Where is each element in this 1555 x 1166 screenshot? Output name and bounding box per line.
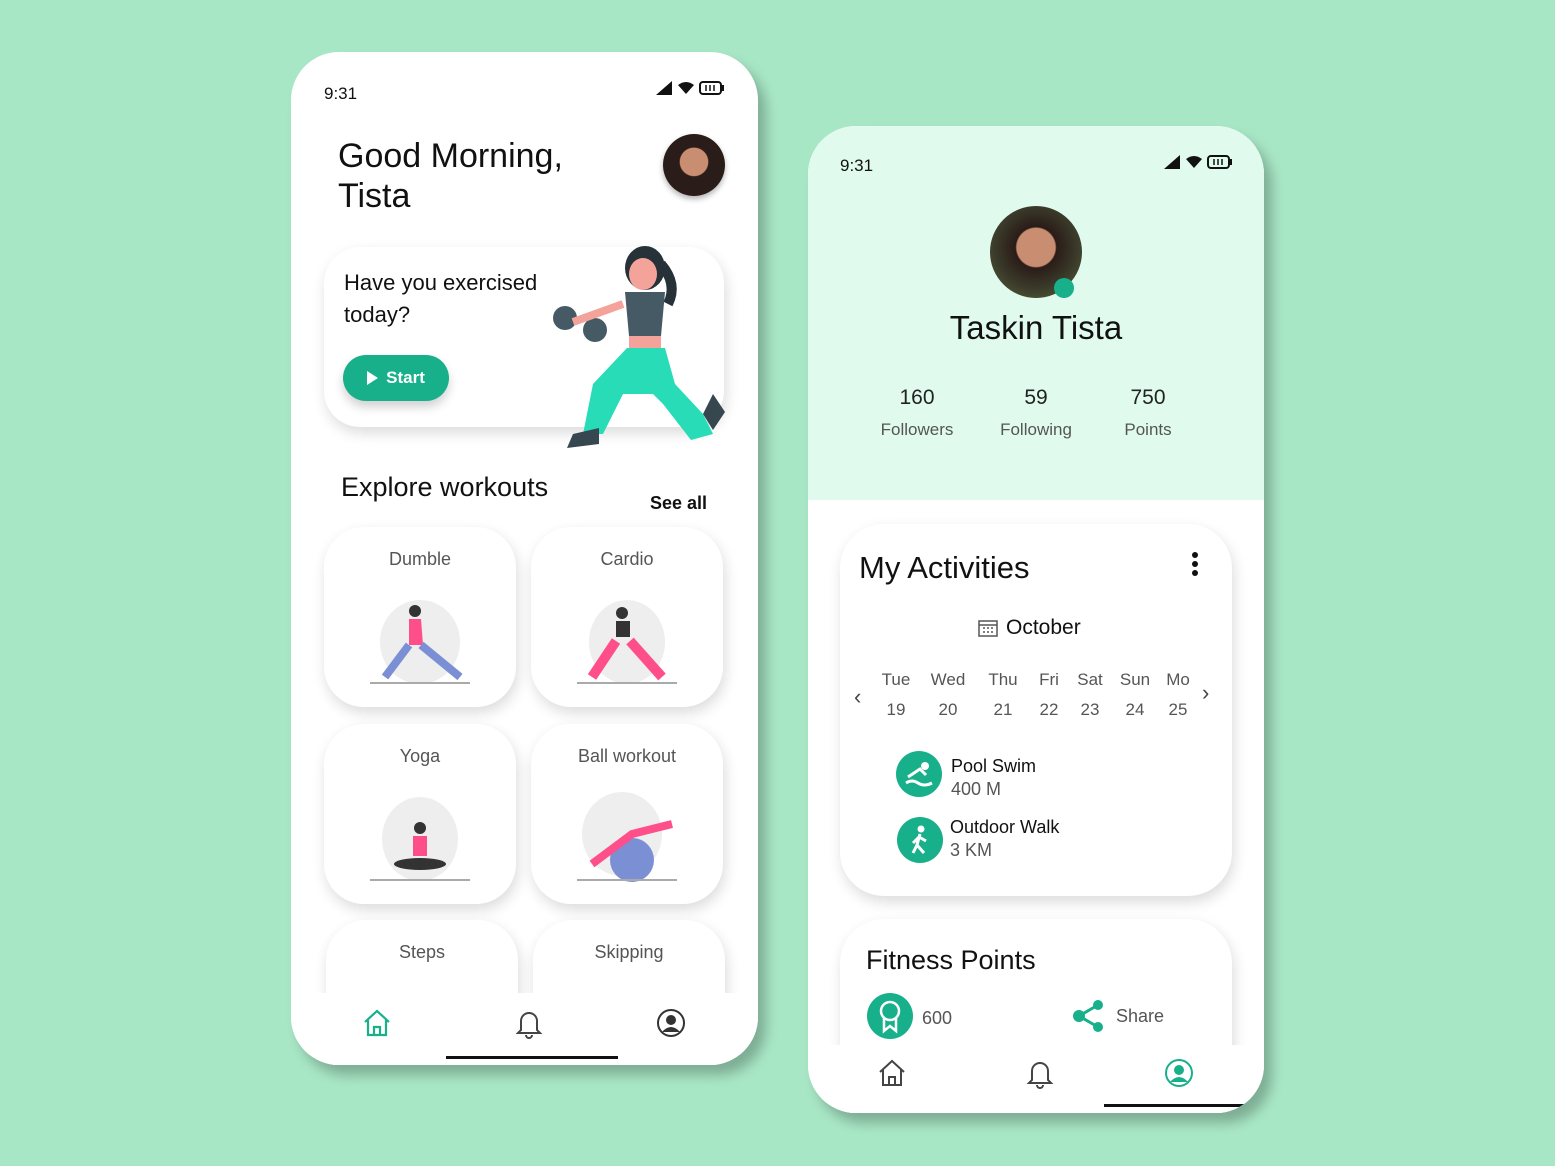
stat-label: Followers xyxy=(880,420,954,439)
ball-illustration xyxy=(577,792,677,882)
bell-icon[interactable] xyxy=(1024,1057,1056,1089)
stat-value: 59 xyxy=(1024,386,1048,409)
next-week-icon[interactable]: › xyxy=(1202,680,1209,706)
edit-avatar-icon[interactable] xyxy=(1054,278,1074,298)
stat-value: 750 xyxy=(1130,386,1166,409)
award-icon xyxy=(867,993,913,1039)
day-wed[interactable]: Wed 20 xyxy=(926,670,970,720)
share-button[interactable]: Share xyxy=(1072,999,1164,1033)
section-title: Explore workouts xyxy=(341,472,549,502)
wifi-icon xyxy=(678,82,694,94)
greeting: Good Morning, xyxy=(338,137,563,175)
fitness-title: Fitness Points xyxy=(866,945,1036,975)
profile-icon[interactable] xyxy=(1163,1057,1195,1089)
swim-icon xyxy=(896,751,942,797)
workout-card-yoga[interactable]: Yoga xyxy=(324,724,516,904)
signal-icon xyxy=(656,81,672,95)
battery-icon xyxy=(1207,155,1232,169)
activity-pool-swim[interactable]: Pool Swim 400 M xyxy=(951,756,1036,800)
stat-value: 160 xyxy=(899,386,935,409)
profile-screen: 9:31 Taskin Tista 160 Followers 59 Followi… xyxy=(808,126,1264,1113)
day-mon[interactable]: Mo 25 xyxy=(1156,670,1200,720)
battery-icon xyxy=(699,81,724,95)
calendar-icon xyxy=(978,620,998,637)
avatar[interactable] xyxy=(663,134,725,196)
workout-card-cardio[interactable]: Cardio xyxy=(531,527,723,707)
yoga-illustration xyxy=(370,797,470,881)
share-icon xyxy=(1073,1000,1103,1032)
profile-name: Taskin Tista xyxy=(949,309,1123,346)
workout-label: Cardio xyxy=(600,549,654,569)
workout-label: Skipping xyxy=(594,942,664,962)
exercise-illustration xyxy=(553,246,725,448)
day-thu[interactable]: Thu 21 xyxy=(981,670,1025,720)
profile-icon[interactable] xyxy=(655,1007,687,1039)
user-name: Tista xyxy=(338,177,411,215)
home-icon[interactable] xyxy=(361,1007,393,1039)
bottom-nav xyxy=(291,993,758,1065)
play-icon xyxy=(367,371,379,385)
stat-label: Following xyxy=(1000,420,1072,439)
status-time: 9:31 xyxy=(840,156,874,175)
share-label: Share xyxy=(1116,1005,1165,1026)
see-all-link[interactable]: See all xyxy=(650,493,707,514)
stat-following[interactable]: 59 Following xyxy=(981,386,1091,440)
month-label: October xyxy=(1006,616,1081,639)
start-button[interactable]: Start xyxy=(343,355,449,401)
more-menu-icon[interactable] xyxy=(1192,552,1198,576)
wifi-icon xyxy=(1186,156,1202,168)
signal-icon xyxy=(1164,155,1180,169)
walk-icon xyxy=(897,817,943,863)
status-time: 9:31 xyxy=(324,84,358,103)
day-tue[interactable]: Tue 19 xyxy=(874,670,918,720)
workout-card-ball[interactable]: Ball workout xyxy=(531,724,723,904)
workout-card-dumble[interactable]: Dumble xyxy=(324,527,516,707)
cardio-illustration xyxy=(577,600,677,684)
prev-week-icon[interactable]: ‹ xyxy=(854,684,861,710)
workout-label: Yoga xyxy=(399,746,441,766)
bell-icon[interactable] xyxy=(513,1007,545,1039)
activities-card: My Activities October ‹ › Tue 19 Wed 20 Th… xyxy=(840,524,1232,896)
activities-title: My Activities xyxy=(859,550,1030,585)
bottom-nav xyxy=(808,1045,1264,1113)
dumbbell-illustration xyxy=(370,600,470,684)
home-icon[interactable] xyxy=(876,1057,908,1089)
stat-label: Points xyxy=(1124,420,1172,439)
workout-label: Dumble xyxy=(388,549,452,569)
day-fri[interactable]: Fri 22 xyxy=(1027,670,1071,720)
workout-label: Ball workout xyxy=(577,746,677,766)
workout-label: Steps xyxy=(398,942,446,962)
fitness-points-value: 600 xyxy=(922,1008,953,1028)
status-icons xyxy=(655,80,725,96)
day-sat[interactable]: Sat 23 xyxy=(1068,670,1112,720)
home-indicator xyxy=(1104,1104,1244,1107)
status-icons xyxy=(1163,154,1233,170)
stat-followers[interactable]: 160 Followers xyxy=(862,386,972,440)
stat-points[interactable]: 750 Points xyxy=(1093,386,1203,440)
home-indicator xyxy=(446,1056,618,1059)
promo-text-2: today? xyxy=(344,302,411,327)
month-selector[interactable]: October xyxy=(978,616,1081,640)
start-label: Start xyxy=(386,368,425,387)
promo-text: Have you exercised xyxy=(344,270,538,295)
activity-outdoor-walk[interactable]: Outdoor Walk 3 KM xyxy=(950,817,1059,861)
day-sun[interactable]: Sun 24 xyxy=(1113,670,1157,720)
home-screen: 9:31 Good Morning, Tista Have you exerci… xyxy=(291,52,758,1065)
